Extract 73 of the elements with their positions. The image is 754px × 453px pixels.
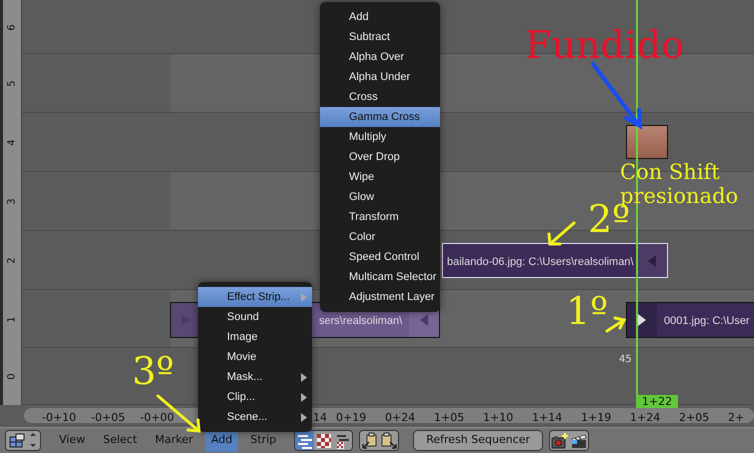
menu-item[interactable]: Scene... <box>198 407 312 427</box>
menu-item[interactable]: Multicam Selector <box>320 267 440 287</box>
time-label: -0+05 <box>91 410 126 426</box>
menu-item[interactable]: Transform <box>320 207 440 227</box>
handwritten-annotation: 3º <box>132 352 174 390</box>
strip-label: sers\realsoliman\ <box>319 314 402 329</box>
channel-number: 3 <box>6 198 18 205</box>
menu-item[interactable]: Adjustment Layer <box>320 287 440 307</box>
time-label: 1+05 <box>434 410 464 426</box>
time-label: 14 <box>313 410 327 426</box>
channel-number: 0 <box>6 373 18 380</box>
frame-number: 45 <box>619 353 632 367</box>
refresh-sequencer-button[interactable]: Refresh Sequencer <box>413 430 544 451</box>
channel-number: 1 <box>6 316 18 322</box>
menu-button[interactable]: Marker <box>149 429 200 452</box>
handwritten-annotation: 1º <box>566 292 608 330</box>
menu-item[interactable]: Effect Strip... <box>198 287 312 307</box>
time-label: -0+00 <box>140 410 174 426</box>
paste-button[interactable] <box>379 431 398 450</box>
strip-label: bailando-06.jpg: C:\Users\realsoliman\ <box>447 255 634 270</box>
channel-number: 6 <box>6 24 18 30</box>
menu-button[interactable]: View <box>53 429 92 452</box>
copy-button[interactable] <box>360 431 380 450</box>
menu-item[interactable]: Alpha Under <box>320 67 440 87</box>
image-strip[interactable]: 0001.jpg: C:\User <box>626 302 754 338</box>
menu-item[interactable]: Glow <box>320 187 440 207</box>
handle-arrow-icon[interactable] <box>419 313 429 327</box>
time-label: 1+10 <box>483 410 514 426</box>
view-mode-button[interactable] <box>295 431 314 450</box>
checker-preview-icon <box>314 432 333 450</box>
menu-item[interactable]: Movie <box>198 347 312 367</box>
menu-item[interactable]: Over Drop <box>320 147 440 167</box>
image-strip[interactable]: bailando-06.jpg: C:\Users\realsoliman\ <box>442 243 668 278</box>
handle-arrow-icon[interactable] <box>637 313 647 327</box>
handle-arrow-icon[interactable] <box>647 254 657 268</box>
strip-label: 0001.jpg: C:\User <box>664 314 750 329</box>
menu-item[interactable]: Multiply <box>320 127 440 147</box>
channel-number: 5 <box>6 80 18 87</box>
current-frame-label: 1+22 <box>636 395 678 408</box>
editor-type-icon <box>8 432 38 449</box>
menu-item[interactable]: Cross <box>320 87 440 107</box>
time-label: 1+24 <box>630 410 660 426</box>
time-label: 2+ <box>728 410 744 426</box>
render-button[interactable] <box>550 431 570 450</box>
menu-item[interactable]: Clip... <box>198 387 312 407</box>
time-label: 1+19 <box>581 410 612 426</box>
menu-item[interactable]: Speed Control <box>320 247 440 267</box>
effect-strip[interactable] <box>626 125 668 159</box>
arrow-drawing <box>591 62 642 130</box>
time-label: -0+10 <box>42 410 76 426</box>
time-label: 2+05 <box>679 410 710 426</box>
menu-button[interactable]: Select <box>97 429 144 452</box>
view-mode-button[interactable] <box>333 431 352 450</box>
arrow-drawing <box>548 222 576 246</box>
menu-item[interactable]: Add <box>320 7 440 27</box>
menu-item[interactable]: Mask... <box>198 367 312 387</box>
channel-number: 2 <box>6 257 18 264</box>
menu-item[interactable]: Color <box>320 227 440 247</box>
time-label: 0+19 <box>336 410 366 426</box>
menu-item[interactable]: Alpha Over <box>320 47 440 67</box>
menu-item[interactable]: Subtract <box>320 27 440 47</box>
menu-item[interactable]: Sound <box>198 307 312 327</box>
time-label: 1+14 <box>532 410 562 426</box>
channel-number: 4 <box>6 139 18 146</box>
menu-item[interactable]: Image <box>198 327 312 347</box>
camera-icon <box>550 432 569 450</box>
arrow-drawing <box>606 316 626 332</box>
menu-item[interactable]: Gamma Cross <box>320 107 440 127</box>
editor-type-button[interactable] <box>6 431 40 450</box>
menu-button[interactable]: Strip <box>244 429 282 452</box>
time-label: 0+24 <box>385 410 416 426</box>
animation-button[interactable] <box>569 431 588 450</box>
menu-item[interactable]: Wipe <box>320 167 440 187</box>
